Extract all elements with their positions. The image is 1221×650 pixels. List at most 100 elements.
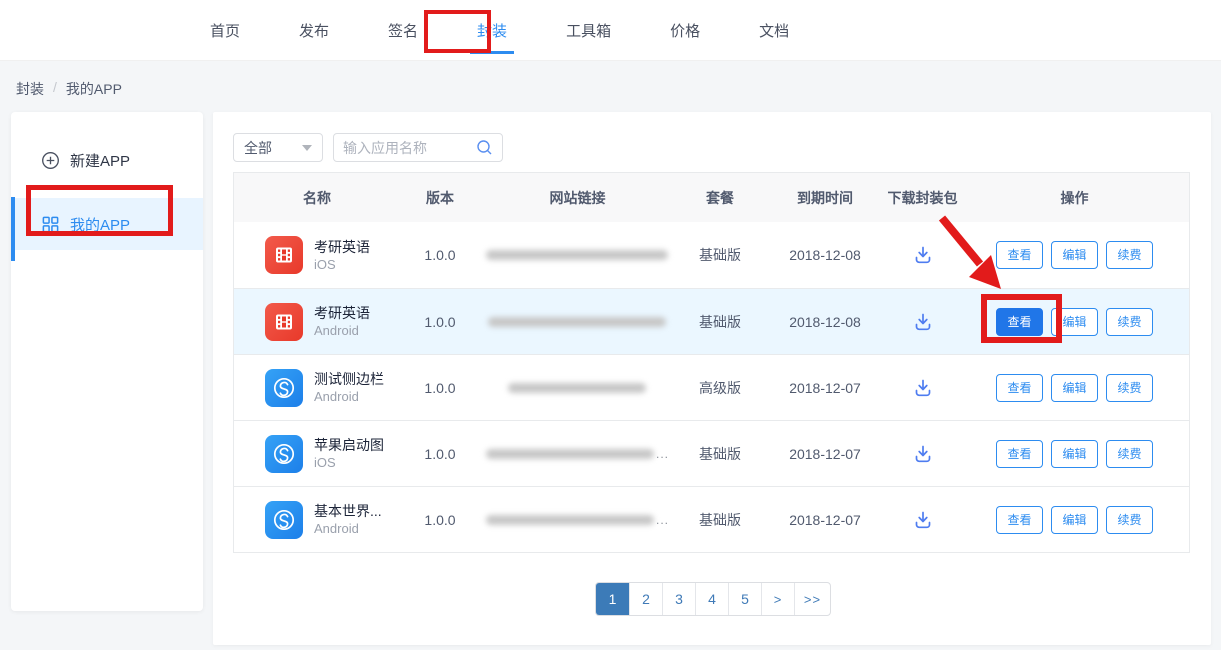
search-input[interactable]: [343, 140, 468, 156]
app-version: 1.0.0: [400, 512, 480, 528]
breadcrumb-parent[interactable]: 封装: [16, 79, 44, 99]
blurred-link-bar: [486, 515, 654, 525]
page-5[interactable]: 5: [728, 583, 761, 615]
film-icon: [265, 303, 303, 341]
col-download: 下载封装包: [885, 188, 960, 208]
view-button[interactable]: 查看: [996, 440, 1043, 468]
app-name: 苹果启动图: [314, 436, 384, 454]
category-select[interactable]: 全部: [233, 133, 323, 162]
col-expires: 到期时间: [765, 188, 885, 208]
app-platform: iOS: [314, 256, 370, 273]
view-button[interactable]: 查看: [996, 308, 1043, 336]
sidebar-item-new-app[interactable]: 新建APP: [11, 134, 203, 186]
table-row: 苹果启动图 iOS 1.0.0 ... 基础版 2018-12-07 查看 编辑…: [234, 420, 1189, 486]
table-row: 考研英语 iOS 1.0.0 基础版 2018-12-08 查看 编辑 续费: [234, 222, 1189, 288]
renew-button[interactable]: 续费: [1106, 440, 1153, 468]
renew-button[interactable]: 续费: [1106, 241, 1153, 269]
search-icon[interactable]: [476, 139, 493, 156]
app-plan: 基础版: [675, 312, 765, 332]
download-icon[interactable]: [912, 377, 934, 399]
nav-item-publish[interactable]: 发布: [297, 16, 331, 45]
top-header: 首页 发布 签名 封装 工具箱 价格 文档: [0, 0, 1221, 61]
nav-item-docs[interactable]: 文档: [757, 16, 791, 45]
app-name: 考研英语: [314, 238, 370, 256]
download-icon[interactable]: [912, 311, 934, 333]
col-actions: 操作: [960, 188, 1189, 208]
blurred-link-bar: [488, 317, 666, 327]
app-plan: 基础版: [675, 510, 765, 530]
page-1[interactable]: 1: [596, 583, 629, 615]
app-link-blurred: ...: [480, 513, 675, 527]
col-version: 版本: [400, 188, 480, 208]
page-3[interactable]: 3: [662, 583, 695, 615]
nav-item-sign[interactable]: 签名: [386, 16, 420, 45]
chevron-down-icon: [302, 145, 312, 151]
app-version: 1.0.0: [400, 247, 480, 263]
film-icon: [265, 236, 303, 274]
app-name: 基本世界...: [314, 502, 382, 520]
download-icon[interactable]: [912, 244, 934, 266]
sidebar: 新建APP 我的APP: [11, 112, 203, 611]
page-2[interactable]: 2: [629, 583, 662, 615]
breadcrumb-separator: /: [53, 79, 57, 99]
app-expires: 2018-12-08: [765, 247, 885, 263]
apps-table: 名称 版本 网站链接 套餐 到期时间 下载封装包 操作 考研英语 iOS 1.0…: [233, 172, 1190, 553]
blurred-link-bar: [486, 250, 668, 260]
filter-bar: 全部: [233, 133, 503, 162]
app-version: 1.0.0: [400, 446, 480, 462]
app-link-blurred: [480, 317, 675, 327]
app-platform: Android: [314, 388, 384, 405]
table-row: 测试侧边栏 Android 1.0.0 高级版 2018-12-07 查看 编辑…: [234, 354, 1189, 420]
download-icon[interactable]: [912, 509, 934, 531]
renew-button[interactable]: 续费: [1106, 374, 1153, 402]
nav-item-package[interactable]: 封装: [475, 16, 509, 45]
download-icon[interactable]: [912, 443, 934, 465]
app-plan: 高级版: [675, 378, 765, 398]
sidebar-item-my-app[interactable]: 我的APP: [11, 198, 203, 250]
table-header: 名称 版本 网站链接 套餐 到期时间 下载封装包 操作: [234, 173, 1189, 222]
s-logo-icon: [265, 435, 303, 473]
blurred-link-bar: [508, 383, 646, 393]
page-4[interactable]: 4: [695, 583, 728, 615]
edit-button[interactable]: 编辑: [1051, 374, 1098, 402]
edit-button[interactable]: 编辑: [1051, 506, 1098, 534]
renew-button[interactable]: 续费: [1106, 506, 1153, 534]
col-link: 网站链接: [480, 188, 675, 208]
app-link-blurred: [480, 250, 675, 260]
nav-item-price[interactable]: 价格: [668, 16, 702, 45]
last-page-button[interactable]: >>: [794, 583, 830, 615]
edit-button[interactable]: 编辑: [1051, 440, 1098, 468]
next-page-button[interactable]: >: [761, 583, 794, 615]
nav-item-toolbox[interactable]: 工具箱: [564, 16, 613, 45]
category-select-value: 全部: [244, 138, 272, 158]
view-button[interactable]: 查看: [996, 374, 1043, 402]
table-row: 考研英语 Android 1.0.0 基础版 2018-12-08 查看 编辑 …: [234, 288, 1189, 354]
s-logo-icon: [265, 501, 303, 539]
breadcrumb: 封装 / 我的APP: [16, 79, 122, 99]
nav-item-home[interactable]: 首页: [208, 16, 242, 45]
app-version: 1.0.0: [400, 314, 480, 330]
app-name: 考研英语: [314, 304, 370, 322]
search-box: [333, 133, 503, 162]
app-plan: 基础版: [675, 245, 765, 265]
breadcrumb-current: 我的APP: [66, 79, 122, 99]
view-button[interactable]: 查看: [996, 241, 1043, 269]
table-row: 基本世界... Android 1.0.0 ... 基础版 2018-12-07…: [234, 486, 1189, 552]
app-expires: 2018-12-08: [765, 314, 885, 330]
edit-button[interactable]: 编辑: [1051, 241, 1098, 269]
col-name: 名称: [234, 188, 400, 208]
app-platform: Android: [314, 322, 370, 339]
app-link-blurred: ...: [480, 447, 675, 461]
blurred-link-bar: [486, 449, 654, 459]
app-link-blurred: [480, 383, 675, 393]
app-name: 测试侧边栏: [314, 370, 384, 388]
view-button[interactable]: 查看: [996, 506, 1043, 534]
grid-icon: [41, 215, 60, 234]
app-expires: 2018-12-07: [765, 512, 885, 528]
plus-circle-icon: [41, 151, 60, 170]
app-version: 1.0.0: [400, 380, 480, 396]
s-logo-icon: [265, 369, 303, 407]
renew-button[interactable]: 续费: [1106, 308, 1153, 336]
app-plan: 基础版: [675, 444, 765, 464]
edit-button[interactable]: 编辑: [1051, 308, 1098, 336]
